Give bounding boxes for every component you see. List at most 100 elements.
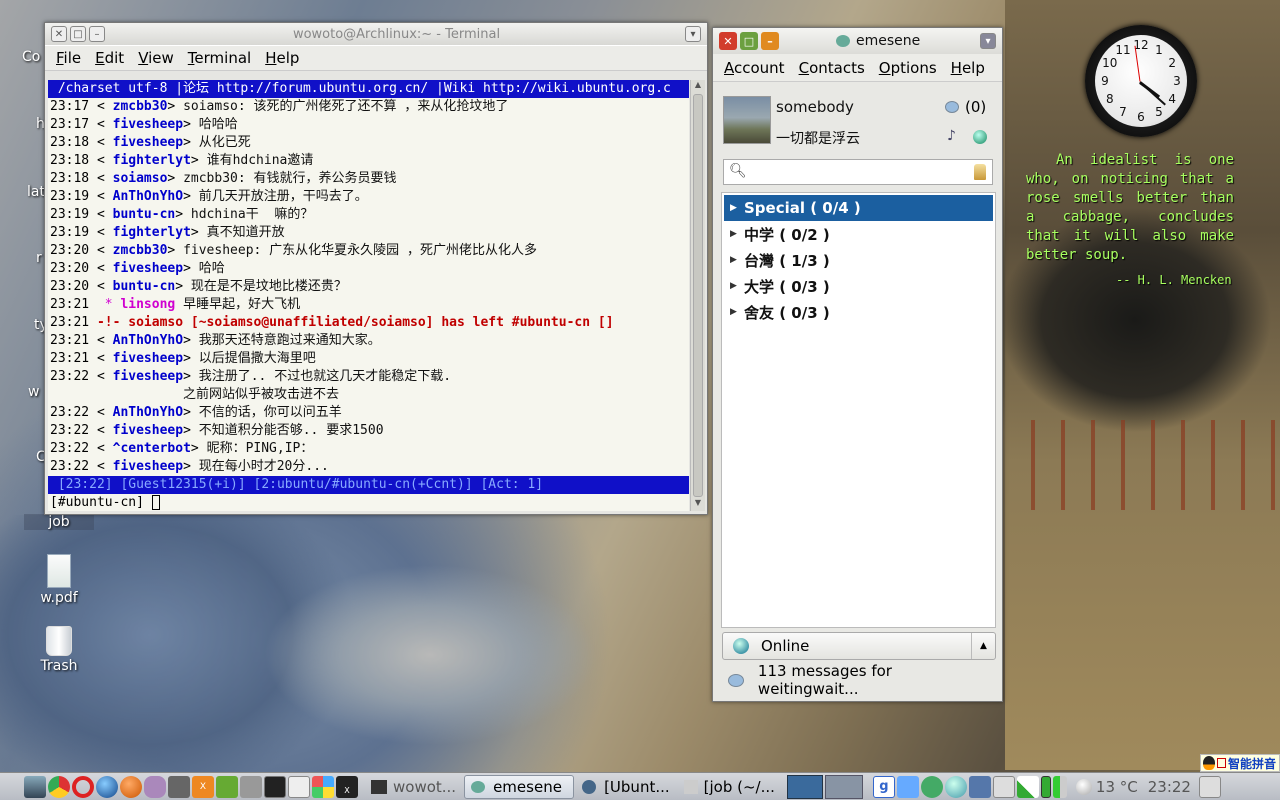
avatar[interactable] bbox=[723, 96, 771, 144]
scroll-up-icon[interactable]: ▲ bbox=[691, 80, 705, 93]
menu-file[interactable]: File bbox=[49, 49, 88, 67]
group-middle-school[interactable]: ▶ 中学 ( 0/2 ) bbox=[724, 221, 993, 247]
phone-icon[interactable] bbox=[240, 775, 262, 798]
irc-input-line[interactable]: [#ubuntu-cn] bbox=[48, 494, 689, 511]
personal-message[interactable]: 一切都是浮云 bbox=[776, 128, 860, 148]
task-terminal[interactable]: wowot... bbox=[365, 775, 462, 799]
menu-help[interactable]: Help bbox=[944, 59, 992, 77]
signal-icon[interactable] bbox=[1052, 775, 1067, 798]
search-box[interactable]: 🔍︎ bbox=[723, 159, 993, 185]
irc-nick: buntu-cn bbox=[112, 279, 176, 294]
group-university[interactable]: ▶ 大学 ( 0/3 ) bbox=[724, 273, 993, 299]
menu-terminal[interactable]: Terminal bbox=[181, 49, 258, 67]
pen-icon[interactable] bbox=[1016, 775, 1039, 798]
weather-icon[interactable] bbox=[1075, 778, 1092, 795]
task-job[interactable]: [job (~/... bbox=[678, 775, 781, 799]
mail-notice[interactable]: 113 messages for weitingwait... bbox=[722, 662, 996, 698]
group-roommates[interactable]: ▶ 舍友 ( 0/3 ) bbox=[724, 299, 993, 325]
maximize-icon[interactable]: □ bbox=[740, 32, 758, 50]
show-desktop-icon[interactable] bbox=[24, 775, 46, 798]
pidgin-icon[interactable] bbox=[144, 775, 166, 798]
window-menu-icon[interactable]: ▾ bbox=[685, 26, 701, 42]
desktop-icon-trash[interactable]: Trash bbox=[24, 626, 94, 674]
clock-number: 6 bbox=[1137, 110, 1145, 124]
irc-nick: zmcbb30 bbox=[112, 99, 168, 114]
opera-icon[interactable] bbox=[72, 775, 94, 798]
music-icon[interactable]: ♪ bbox=[947, 128, 956, 144]
menu-view[interactable]: View bbox=[131, 49, 181, 67]
xchat-icon[interactable]: X bbox=[192, 775, 214, 798]
chrome-icon[interactable] bbox=[48, 775, 70, 798]
irc-nick-prefix: < bbox=[89, 351, 113, 366]
contact-status-icon[interactable] bbox=[973, 130, 987, 144]
menu-options[interactable]: Options bbox=[872, 59, 944, 77]
network-icon[interactable] bbox=[968, 775, 991, 798]
apps-grid-icon[interactable] bbox=[312, 775, 334, 798]
terminal-scrollbar[interactable]: ▲ ▼ bbox=[690, 80, 705, 511]
minimize-icon[interactable]: – bbox=[761, 32, 779, 50]
workspace-1[interactable] bbox=[786, 774, 823, 799]
menu-help[interactable]: Help bbox=[258, 49, 306, 67]
task-emesene[interactable]: emesene bbox=[464, 774, 575, 799]
maximize-icon[interactable]: □ bbox=[70, 26, 86, 42]
group-label: 大学 ( 0/3 ) bbox=[744, 277, 830, 296]
close-icon[interactable]: ✕ bbox=[719, 32, 737, 50]
google-icon[interactable]: g bbox=[872, 775, 895, 798]
desktop-icon-pdf[interactable]: w.pdf bbox=[24, 554, 94, 606]
task-xchat[interactable]: [Ubunt... bbox=[576, 775, 676, 799]
clock-time[interactable]: 23:22 bbox=[1148, 778, 1191, 796]
scroll-thumb[interactable] bbox=[693, 94, 703, 497]
terminal-titlebar[interactable]: ✕ □ – wowoto@Archlinux:~ - Terminal ▾ bbox=[45, 23, 707, 45]
scroll-down-icon[interactable]: ▼ bbox=[691, 498, 705, 511]
group-special[interactable]: ▶ Special ( 0/4 ) bbox=[724, 195, 993, 221]
messenger-tray-icon[interactable] bbox=[944, 775, 967, 798]
irc-line: 23:21 < AnThOnYhO> 我那天还特意跑过来通知大家。 bbox=[48, 332, 689, 350]
irc-nick-suffix: > bbox=[175, 207, 191, 222]
mail-icon[interactable] bbox=[945, 101, 959, 113]
group-taiwan[interactable]: ▶ 台灣 ( 1/3 ) bbox=[724, 247, 993, 273]
basketball-icon[interactable] bbox=[120, 775, 142, 798]
camera-icon[interactable] bbox=[168, 775, 190, 798]
tray-toggle-icon[interactable] bbox=[1198, 775, 1221, 798]
desktop-icon-job[interactable]: job bbox=[24, 514, 94, 530]
clock-number: 11 bbox=[1115, 42, 1131, 57]
chat-icon[interactable] bbox=[920, 775, 943, 798]
ime-indicator[interactable]: 智能拼音 bbox=[1200, 754, 1280, 772]
terminal-launcher-icon[interactable] bbox=[264, 775, 286, 798]
menu-edit[interactable]: Edit bbox=[88, 49, 131, 67]
browser-globe-icon[interactable] bbox=[96, 775, 118, 798]
clear-search-icon[interactable] bbox=[974, 164, 986, 180]
workspace-2[interactable] bbox=[824, 774, 863, 799]
search-input[interactable] bbox=[750, 163, 960, 181]
irc-text: 哈哈哈 bbox=[198, 117, 238, 132]
irc-nick: AnThOnYhO bbox=[112, 333, 184, 348]
mms-icon[interactable]: X bbox=[336, 775, 358, 798]
close-icon[interactable]: ✕ bbox=[51, 26, 67, 42]
wallpaper-gorge bbox=[0, 515, 712, 772]
status-selector[interactable]: Online ▲ bbox=[722, 632, 996, 660]
nickname[interactable]: somebody bbox=[776, 98, 854, 116]
group-label: 中学 ( 0/2 ) bbox=[744, 225, 830, 244]
weather-temp[interactable]: 13 °C bbox=[1096, 778, 1138, 796]
search-icon: 🔍︎ bbox=[729, 163, 747, 179]
menu-account[interactable]: Account bbox=[717, 59, 792, 77]
menu-contacts[interactable]: Contacts bbox=[792, 59, 872, 77]
emesene-titlebar[interactable]: ✕ □ – emesene ▾ bbox=[713, 28, 1002, 54]
book-icon[interactable] bbox=[216, 775, 238, 798]
puzzle-icon[interactable] bbox=[896, 775, 919, 798]
irc-text: 真不知道开放 bbox=[206, 225, 285, 240]
desktop-label: r bbox=[36, 250, 42, 266]
battery-icon[interactable] bbox=[1040, 775, 1051, 798]
irc-nick-prefix: < bbox=[89, 117, 113, 132]
window-menu-icon[interactable]: ▾ bbox=[980, 33, 996, 49]
dropdown-arrow-icon[interactable]: ▲ bbox=[971, 633, 995, 659]
minimize-icon[interactable]: – bbox=[89, 26, 105, 42]
terminal-output[interactable]: /charset utf-8 |论坛 http://forum.ubuntu.o… bbox=[48, 80, 689, 511]
irc-nick: buntu-cn bbox=[112, 207, 176, 222]
keyboard-icon[interactable] bbox=[992, 775, 1015, 798]
clock-number: 4 bbox=[1168, 92, 1176, 106]
profile-area: somebody 一切都是浮云 (0) ♪ bbox=[723, 96, 993, 148]
editor-icon[interactable] bbox=[288, 775, 310, 798]
irc-text: 之前网站似乎被攻击进不去 bbox=[50, 387, 340, 402]
mail-count[interactable]: (0) bbox=[965, 98, 986, 116]
